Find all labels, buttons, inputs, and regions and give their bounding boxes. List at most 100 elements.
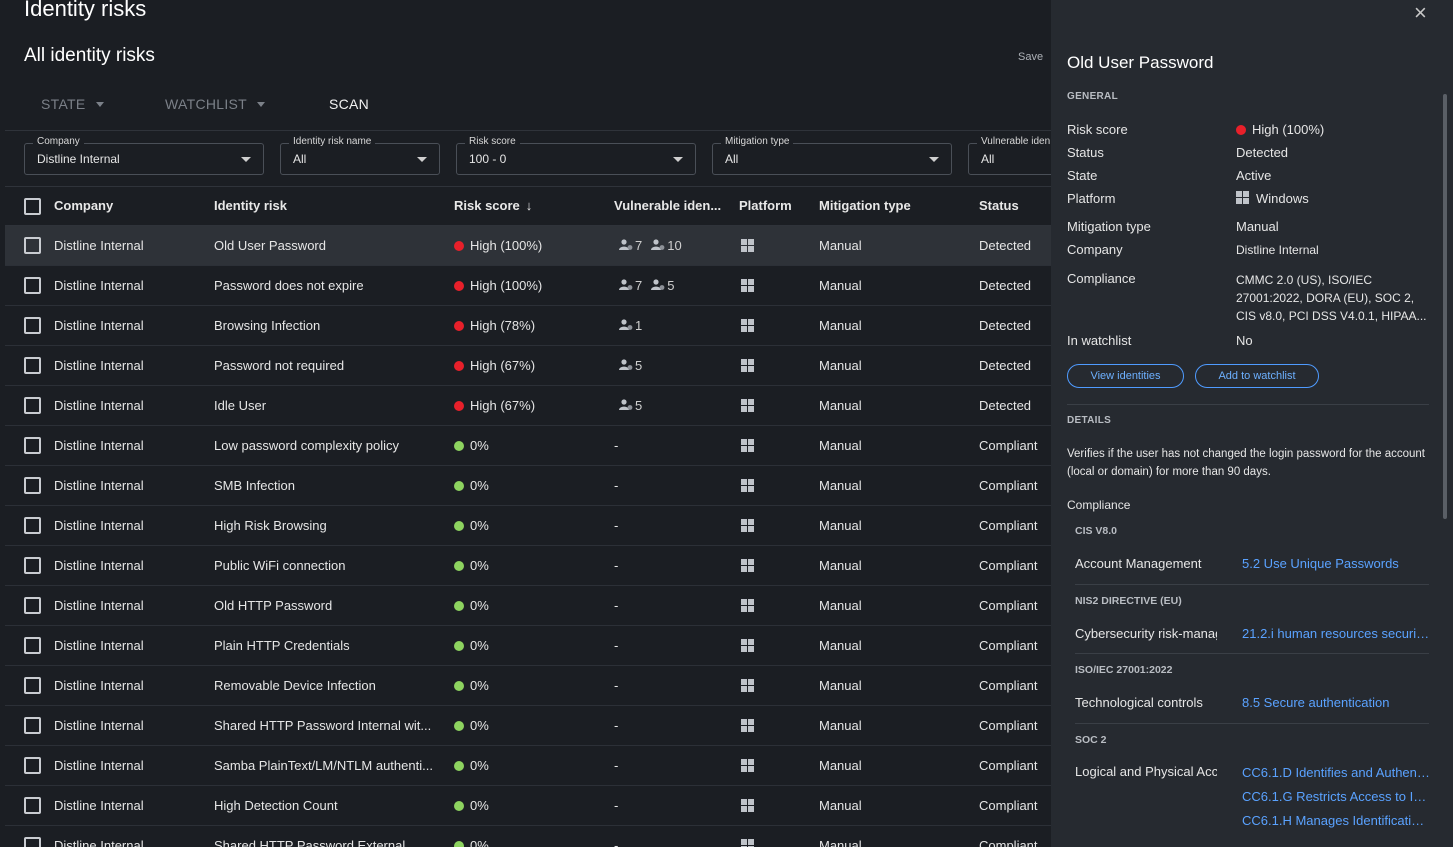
platform-value: Windows bbox=[1236, 191, 1309, 206]
table-row[interactable]: Distline Internal Password does not expir… bbox=[5, 266, 1051, 306]
table-row[interactable]: Distline Internal High Detection Count 0% -… bbox=[5, 786, 1051, 826]
vulnerable-identities-empty: - bbox=[614, 478, 619, 493]
table-row[interactable]: Distline Internal Low password complexity… bbox=[5, 426, 1051, 466]
table-row[interactable]: Distline Internal Password not required Hi… bbox=[5, 346, 1051, 386]
table-row[interactable]: Distline Internal Public WiFi connection 0… bbox=[5, 546, 1051, 586]
identity-risk-cell: Old User Password bbox=[214, 238, 326, 253]
column-status[interactable]: Status bbox=[979, 198, 1019, 213]
table-row[interactable]: Distline Internal Old User Password High (… bbox=[5, 226, 1051, 266]
vulnerable-identities-empty: - bbox=[614, 718, 619, 733]
company-cell: Distline Internal bbox=[54, 798, 144, 813]
identity-risk-cell: Shared HTTP Password Internal wit... bbox=[214, 718, 432, 733]
risk-level-dot bbox=[454, 321, 464, 331]
row-checkbox[interactable] bbox=[24, 357, 41, 374]
vulnerable-identities-empty: - bbox=[614, 678, 619, 693]
column-mitigation-type[interactable]: Mitigation type bbox=[819, 198, 911, 213]
vulnerable-identities-empty: - bbox=[614, 758, 619, 773]
windows-icon bbox=[741, 359, 755, 373]
row-checkbox[interactable] bbox=[24, 237, 41, 254]
row-checkbox[interactable] bbox=[24, 397, 41, 414]
vulnerable-identities[interactable]: 5 bbox=[619, 398, 642, 413]
table-row[interactable]: Distline Internal Removable Device Infect… bbox=[5, 666, 1051, 706]
select-all-checkbox[interactable] bbox=[24, 198, 41, 215]
row-checkbox[interactable] bbox=[24, 677, 41, 694]
row-checkbox[interactable] bbox=[24, 757, 41, 774]
standard-cis: CIS V8.0 bbox=[1075, 525, 1118, 537]
column-company[interactable]: Company bbox=[54, 198, 113, 213]
table-row[interactable]: Distline Internal Old HTTP Password 0% - Man… bbox=[5, 586, 1051, 626]
column-identity-risk[interactable]: Identity risk bbox=[214, 198, 287, 213]
row-checkbox[interactable] bbox=[24, 837, 41, 847]
table-row[interactable]: Distline Internal Browsing Infection High … bbox=[5, 306, 1051, 346]
add-to-watchlist-button[interactable]: Add to watchlist bbox=[1195, 364, 1319, 388]
in-watchlist-key: In watchlist bbox=[1067, 333, 1132, 348]
row-checkbox[interactable] bbox=[24, 437, 41, 454]
control-link[interactable]: CC6.1.G Restricts Access to Information … bbox=[1242, 789, 1430, 804]
tab-scan[interactable]: SCAN bbox=[329, 94, 369, 114]
table-row[interactable]: Distline Internal Plain HTTP Credentials 0… bbox=[5, 626, 1051, 666]
row-checkbox[interactable] bbox=[24, 477, 41, 494]
row-checkbox[interactable] bbox=[24, 717, 41, 734]
table-row[interactable]: Distline Internal Shared HTTP Password In… bbox=[5, 706, 1051, 746]
row-checkbox[interactable] bbox=[24, 517, 41, 534]
windows-icon bbox=[741, 759, 755, 773]
risk-score-cell: High (67%) bbox=[454, 398, 535, 413]
control-link[interactable]: 5.2 Use Unique Passwords bbox=[1242, 556, 1430, 571]
tab-watchlist[interactable]: WATCHLIST bbox=[165, 94, 266, 114]
close-icon[interactable]: × bbox=[1414, 0, 1427, 26]
table-row[interactable]: Distline Internal SMB Infection 0% - Manual C… bbox=[5, 466, 1051, 506]
row-checkbox[interactable] bbox=[24, 637, 41, 654]
mitigation-type-filter[interactable]: Mitigation type All bbox=[712, 136, 952, 175]
column-vulnerable-identities[interactable]: Vulnerable iden... bbox=[614, 198, 721, 213]
details-panel: × Old User Password GENERAL Risk score H… bbox=[1051, 0, 1453, 847]
company-filter-label: Company bbox=[33, 136, 84, 147]
column-risk-score[interactable]: Risk score ↓ bbox=[454, 198, 532, 213]
identity-risk-cell: Browsing Infection bbox=[214, 318, 321, 333]
company-filter-value: Distline Internal bbox=[37, 152, 120, 166]
identity-risk-cell: Removable Device Infection bbox=[214, 678, 376, 693]
company-filter[interactable]: Company Distline Internal bbox=[24, 136, 264, 175]
risk-score-cell: 0% bbox=[454, 678, 489, 693]
table-row[interactable]: Distline Internal Samba PlainText/LM/NTLM… bbox=[5, 746, 1051, 786]
row-checkbox[interactable] bbox=[24, 797, 41, 814]
identity-risk-filter[interactable]: Identity risk name All bbox=[280, 136, 440, 175]
column-platform[interactable]: Platform bbox=[739, 198, 792, 213]
vulnerable-count: 10 bbox=[667, 238, 682, 253]
windows-icon bbox=[741, 639, 755, 653]
panel-scrollbar[interactable] bbox=[1443, 94, 1447, 519]
table-row[interactable]: Distline Internal Idle User High (67%) 5 Man… bbox=[5, 386, 1051, 426]
mitigation-type-cell: Manual bbox=[819, 718, 862, 733]
risk-score-text: 0% bbox=[470, 798, 489, 813]
company-cell: Distline Internal bbox=[54, 718, 144, 733]
vulnerable-count: 5 bbox=[667, 278, 675, 293]
vulnerable-identities[interactable]: 5 bbox=[619, 358, 642, 373]
table-header: Company Identity risk Risk score ↓ Vulner… bbox=[5, 186, 1051, 226]
vulnerable-identities[interactable]: 7 10 bbox=[619, 238, 682, 253]
risk-score-filter[interactable]: Risk score 100 - 0 bbox=[456, 136, 696, 175]
control-link[interactable]: CC6.1.H Manages Identification and Authe… bbox=[1242, 813, 1430, 828]
table-row[interactable]: Distline Internal High Risk Browsing 0% - Ma… bbox=[5, 506, 1051, 546]
control-link[interactable]: CC6.1.D Identifies and Authenticates Use… bbox=[1242, 765, 1430, 780]
control-link[interactable]: 21.2.i human resources security, access … bbox=[1242, 626, 1430, 641]
control-link[interactable]: 8.5 Secure authentication bbox=[1242, 695, 1430, 710]
vulnerable-identities[interactable]: 1 bbox=[619, 318, 642, 333]
vulnerable-count: 7 bbox=[635, 238, 643, 253]
vulnerable-identities[interactable]: 75 bbox=[619, 278, 674, 293]
page-title: Identity risks bbox=[24, 0, 147, 21]
save-button[interactable]: Save bbox=[1018, 51, 1043, 63]
view-identities-button[interactable]: View identities bbox=[1067, 364, 1184, 388]
windows-icon bbox=[741, 479, 755, 493]
platform-cell bbox=[741, 319, 755, 336]
identity-risk-cell: Idle User bbox=[214, 398, 267, 413]
company-cell: Distline Internal bbox=[54, 398, 144, 413]
risk-score-text: High (100%) bbox=[470, 238, 543, 253]
company-cell: Distline Internal bbox=[54, 238, 144, 253]
tab-state[interactable]: STATE bbox=[41, 94, 104, 114]
row-checkbox[interactable] bbox=[24, 277, 41, 294]
identity-risk-cell: Password not required bbox=[214, 358, 345, 373]
vulnerable-identities-filter[interactable]: Vulnerable iden All bbox=[968, 136, 1051, 175]
row-checkbox[interactable] bbox=[24, 557, 41, 574]
row-checkbox[interactable] bbox=[24, 597, 41, 614]
table-row[interactable]: Distline Internal Shared HTTP Password Ex… bbox=[5, 826, 1051, 847]
row-checkbox[interactable] bbox=[24, 317, 41, 334]
